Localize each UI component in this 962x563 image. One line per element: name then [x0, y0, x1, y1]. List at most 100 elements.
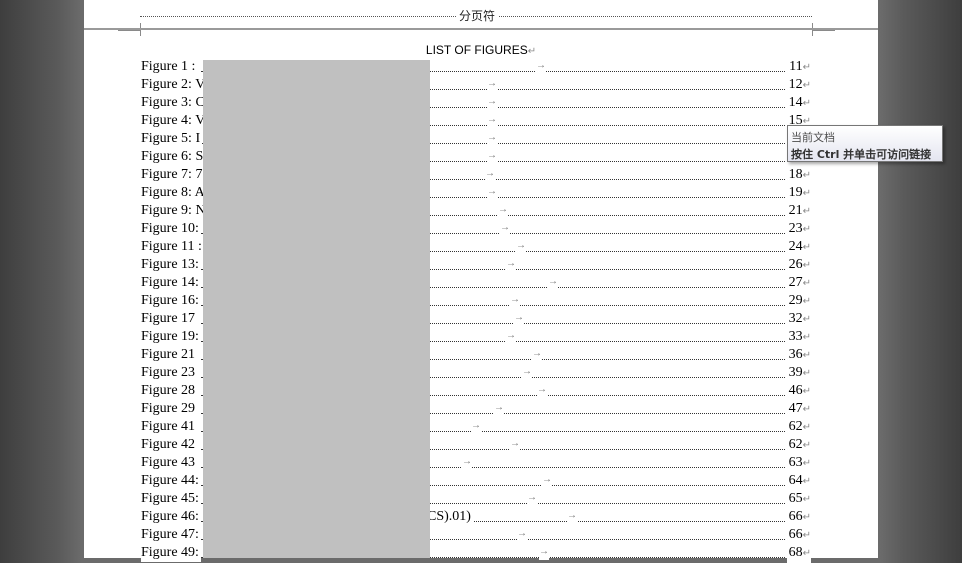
- toc-entry-label[interactable]: Figure 49:: [141, 544, 201, 562]
- toc-entry-page[interactable]: 32↵: [786, 310, 811, 329]
- toc-entry-label[interactable]: Figure 8: A: [141, 184, 207, 202]
- page-separator: [84, 28, 878, 30]
- toc-page-number: 47: [788, 401, 803, 416]
- toc-entry-page[interactable]: 26↵: [786, 256, 811, 275]
- paragraph-mark-icon: ↵: [802, 296, 811, 307]
- paragraph-mark-icon: ↵: [802, 242, 811, 253]
- toc-entry-page[interactable]: 47↵: [786, 400, 811, 419]
- toc-entry-label[interactable]: Figure 17: [141, 310, 198, 328]
- toc-entry-label[interactable]: Figure 5: I: [141, 130, 203, 148]
- toc-entry-label[interactable]: Figure 1 :: [141, 58, 198, 76]
- toc-entry-page[interactable]: 62↵: [786, 436, 811, 455]
- tab-arrow-icon: →: [510, 436, 520, 452]
- toc-entry-label[interactable]: Figure 29: [141, 400, 198, 418]
- toc-entry-label[interactable]: Figure 3: C: [141, 94, 207, 112]
- toc-entry-page[interactable]: 18↵: [786, 166, 811, 185]
- toc-entry-page[interactable]: 29↵: [786, 292, 811, 311]
- paragraph-mark-icon: ↵: [802, 170, 811, 181]
- paragraph-mark-icon: ↵: [802, 188, 811, 199]
- toc-entry-label[interactable]: Figure 41: [141, 418, 198, 436]
- paragraph-mark-icon: ↵: [802, 476, 811, 487]
- toc-entry-label[interactable]: Figure 42: [141, 436, 198, 454]
- toc-entry-page[interactable]: 66↵: [786, 526, 811, 545]
- toc-entry-page[interactable]: 24↵: [786, 238, 811, 257]
- toc-page-number: 23: [788, 221, 803, 236]
- tab-arrow-icon: →: [532, 346, 542, 362]
- toc-entry-page[interactable]: 14↵: [786, 94, 811, 113]
- toc-page-number: 32: [788, 311, 803, 326]
- paragraph-mark-icon: ↵: [802, 224, 811, 235]
- toc-entry-label[interactable]: Figure 10:: [141, 220, 201, 238]
- toc-page-number: 21: [788, 203, 803, 218]
- toc-entry-page[interactable]: 19↵: [786, 184, 811, 203]
- paragraph-mark-icon: ↵: [802, 458, 811, 469]
- toc-page-number: 14: [788, 95, 803, 110]
- toc-page-number: 62: [788, 437, 803, 452]
- toc-entry-page[interactable]: 23↵: [786, 220, 811, 239]
- toc-entry-page[interactable]: 62↵: [786, 418, 811, 437]
- toc-page-number: 65: [788, 491, 803, 506]
- toc-page-number: 62: [788, 419, 803, 434]
- toc-entry-label[interactable]: Figure 44:: [141, 472, 201, 490]
- paragraph-mark-icon: ↵: [802, 350, 811, 361]
- toc-entry-label[interactable]: Figure 14:: [141, 274, 201, 292]
- toc-entry-page[interactable]: 65↵: [786, 490, 811, 509]
- toc-entry-label[interactable]: Figure 23: [141, 364, 198, 382]
- toc-entry-label[interactable]: Figure 9: N: [141, 202, 208, 220]
- paragraph-mark-icon: ↵: [802, 386, 811, 397]
- toc-title: LIST OF FIGURES↵: [84, 43, 878, 57]
- tab-arrow-icon: →: [506, 328, 516, 344]
- toc-entry-page[interactable]: 68↵: [786, 544, 811, 563]
- paragraph-mark-icon: ↵: [802, 530, 811, 541]
- toc-entry-label[interactable]: Figure 2: V: [141, 76, 208, 94]
- toc-page-number: 64: [788, 473, 803, 488]
- toc-entry-label[interactable]: Figure 21: [141, 346, 198, 364]
- paragraph-mark-icon: ↵: [802, 332, 811, 343]
- toc-entry-label[interactable]: Figure 43: [141, 454, 198, 472]
- toc-entry-page[interactable]: 36↵: [786, 346, 811, 365]
- tab-arrow-icon: →: [462, 454, 472, 470]
- tab-arrow-icon: →: [514, 310, 524, 326]
- toc-entry-label[interactable]: Figure 13:: [141, 256, 201, 274]
- toc-page-number: 24: [788, 239, 803, 254]
- paragraph-mark-icon: ↵: [802, 440, 811, 451]
- toc-entry-page[interactable]: 27↵: [786, 274, 811, 293]
- tab-arrow-icon: →: [567, 508, 577, 524]
- toc-entry-page[interactable]: 33↵: [786, 328, 811, 347]
- tab-arrow-icon: →: [516, 238, 526, 254]
- toc-entry-page[interactable]: 21↵: [786, 202, 811, 221]
- tab-arrow-icon: →: [542, 472, 552, 488]
- toc-entry-label[interactable]: Figure 28: [141, 382, 198, 400]
- toc-entry-page[interactable]: 64↵: [786, 472, 811, 491]
- toc-page-number: 46: [788, 383, 803, 398]
- tab-arrow-icon: →: [487, 184, 497, 200]
- toc-entry-label[interactable]: Figure 4: V: [141, 112, 208, 130]
- toc-entry-page[interactable]: 63↵: [786, 454, 811, 473]
- toc-entry-page[interactable]: 66↵: [786, 508, 811, 527]
- toc-page-number: 19: [788, 185, 803, 200]
- toc-entry-label[interactable]: Figure 45:: [141, 490, 201, 508]
- paragraph-mark-icon: ↵: [802, 422, 811, 433]
- toc-page-number: 39: [788, 365, 803, 380]
- toc-entry-page[interactable]: 12↵: [786, 76, 811, 95]
- toc-entry-label[interactable]: Figure 16:: [141, 292, 201, 310]
- page-break-label: 分页符: [456, 9, 499, 23]
- toc-entry-label[interactable]: Figure 19:: [141, 328, 201, 346]
- paragraph-mark-icon: ↵: [802, 206, 811, 217]
- paragraph-mark-icon: ↵: [802, 404, 811, 415]
- toc-entry-label[interactable]: Figure 11 :: [141, 238, 204, 256]
- redaction-block: [203, 60, 430, 558]
- toc-entry-label[interactable]: Figure 46:: [141, 508, 201, 526]
- toc-entry-label[interactable]: Figure 7: 7: [141, 166, 205, 184]
- tab-arrow-icon: →: [487, 148, 497, 164]
- tab-arrow-icon: →: [494, 400, 504, 416]
- toc-page-number: 63: [788, 455, 803, 470]
- toc-entry-page[interactable]: 11↵: [787, 58, 811, 77]
- toc-title-text: LIST OF FIGURES: [425, 43, 528, 57]
- toc-entry-suffix[interactable]: CS).01): [427, 508, 473, 526]
- toc-entry-page[interactable]: 39↵: [786, 364, 811, 383]
- toc-entry-page[interactable]: 46↵: [786, 382, 811, 401]
- toc-entry-label[interactable]: Figure 6: S: [141, 148, 206, 166]
- paragraph-mark-icon: ↵: [802, 512, 811, 523]
- toc-entry-label[interactable]: Figure 47:: [141, 526, 201, 544]
